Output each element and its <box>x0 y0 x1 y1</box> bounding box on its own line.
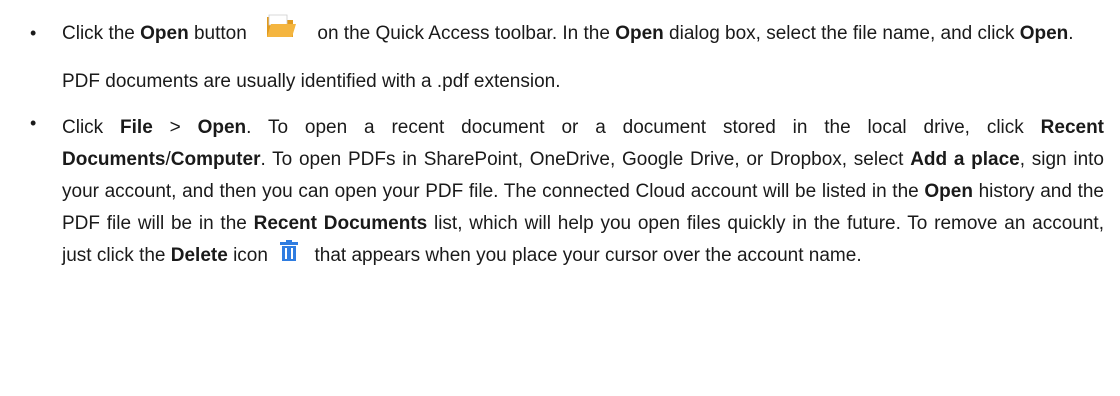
text: dialog box, select the file name, and cl… <box>663 23 1020 44</box>
bold-text: Open <box>140 23 189 44</box>
text: > <box>152 117 198 138</box>
bullet-2: • <box>30 113 37 133</box>
bold-text: Open <box>1019 23 1069 44</box>
instruction-file-open: Click File > Open. To open a recent docu… <box>62 112 1104 272</box>
bold-text: Open <box>197 117 247 138</box>
bold-text: Open <box>615 23 664 44</box>
text: button <box>188 23 253 44</box>
text: Click <box>62 117 121 138</box>
text: icon <box>227 245 274 266</box>
text: Click the <box>62 23 141 44</box>
bold-text: Computer <box>170 149 261 170</box>
text: on the Quick Access toolbar. In the <box>312 23 616 44</box>
bullet-1: • <box>30 23 37 43</box>
folder-open-icon <box>266 13 297 39</box>
trash-icon <box>279 239 299 262</box>
bold-text: Add a place <box>910 149 1020 170</box>
text: . To open a recent document or a documen… <box>246 117 1041 138</box>
bold-text: Recent Documents <box>253 213 428 234</box>
text: . To open PDFs in SharePoint, OneDrive, … <box>260 149 911 170</box>
instruction-open-button: Click the Open button on the Quick Acces… <box>62 10 1104 106</box>
text: that appears when you place your cursor … <box>309 245 862 266</box>
document-page: • Click the Open button on the Quick Acc… <box>0 0 1120 396</box>
bold-text: Open <box>924 181 973 202</box>
bold-text: File <box>120 117 153 138</box>
bold-text: Delete <box>170 245 228 266</box>
